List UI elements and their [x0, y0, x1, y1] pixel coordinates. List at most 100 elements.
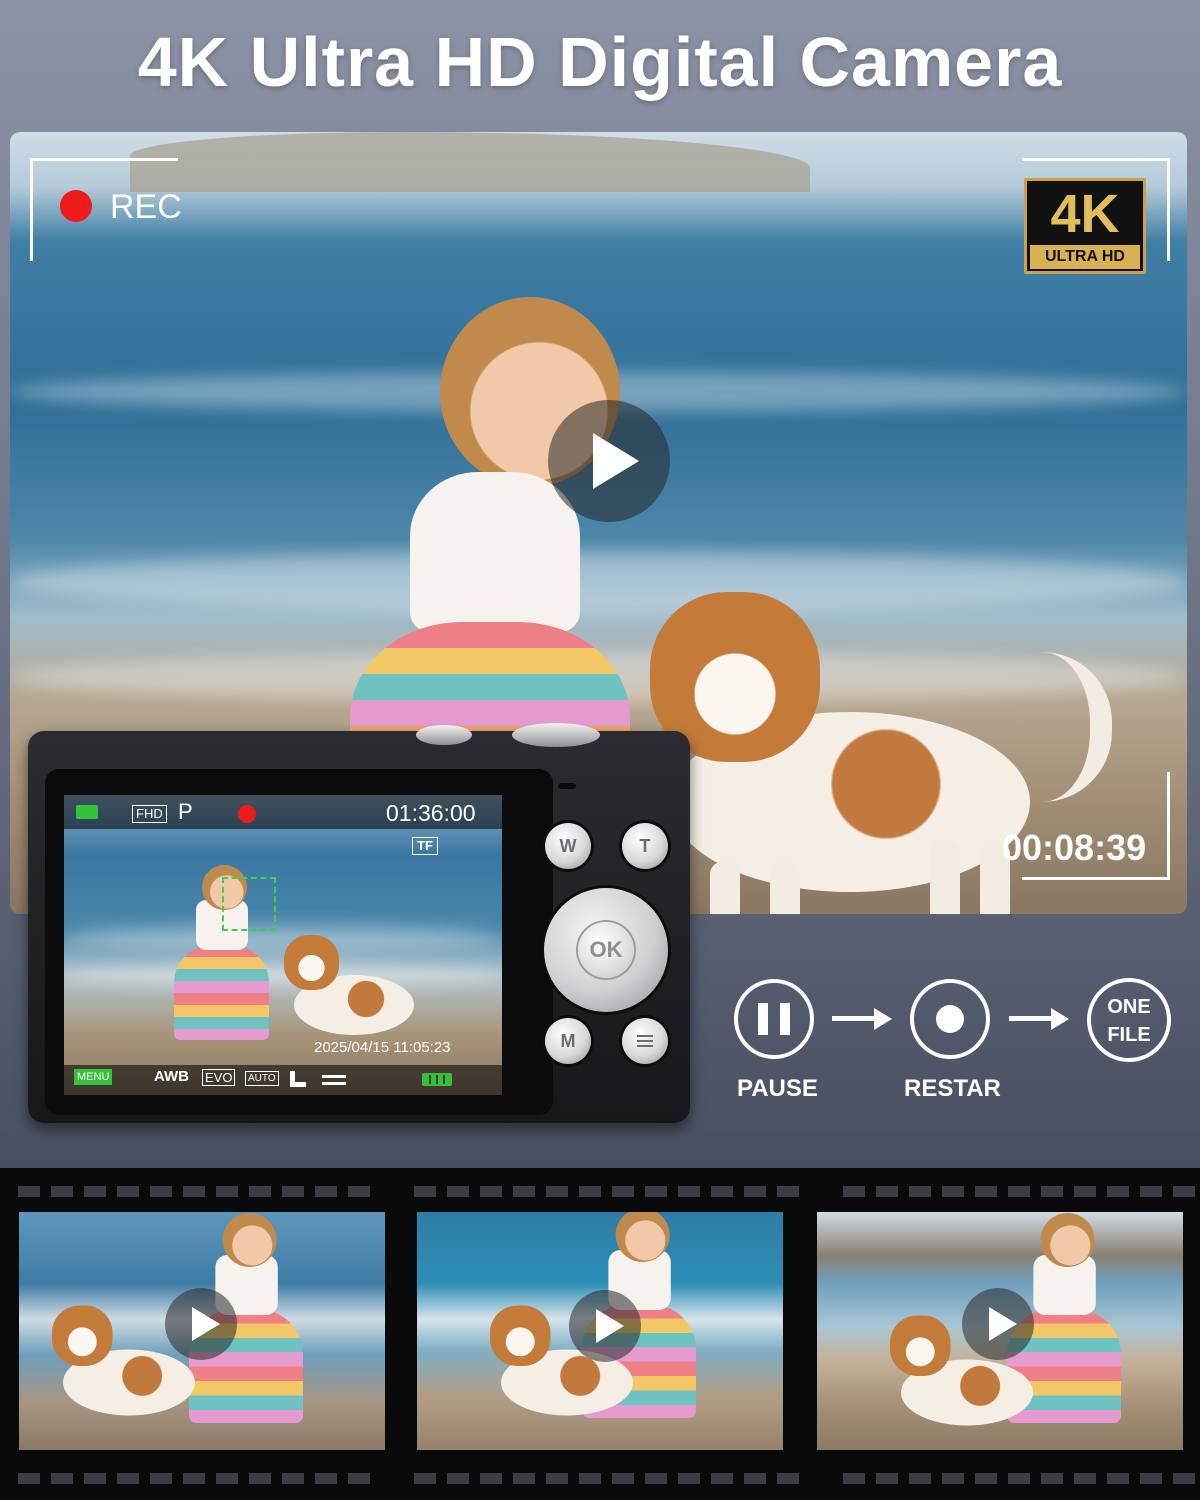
film-sprocket-hole	[282, 1473, 304, 1484]
mode-letter: P	[178, 799, 193, 824]
main-play-button[interactable]	[548, 400, 670, 522]
pause-label: PAUSE	[737, 1075, 818, 1102]
film-sprocket-hole	[348, 1473, 370, 1484]
film-sprocket-hole	[1074, 1473, 1096, 1484]
film-sprocket-hole	[513, 1473, 535, 1484]
restart-label: RESTAR	[904, 1075, 1001, 1102]
film-sprocket-hole	[315, 1186, 337, 1197]
film-sprocket-hole	[975, 1186, 997, 1197]
record-dot-icon	[60, 190, 92, 222]
iso-label: AUTO	[245, 1071, 279, 1086]
film-sprocket-hole	[480, 1186, 502, 1197]
mode-button[interactable]: M	[545, 1018, 591, 1064]
badge-sub-text: ULTRA HD	[1030, 245, 1140, 269]
film-sprocket-hole	[942, 1473, 964, 1484]
shot-mode-icon	[290, 1071, 306, 1087]
film-sprocket-hole	[51, 1186, 73, 1197]
film-sprocket-hole	[1074, 1186, 1096, 1197]
film-sprocket-hole	[513, 1186, 535, 1197]
film-sprocket-hole	[546, 1473, 568, 1484]
zoom-lever[interactable]	[416, 725, 472, 745]
film-sprocket-hole	[150, 1473, 172, 1484]
arrow-right-icon	[1009, 1016, 1053, 1021]
frame-play-button[interactable]	[569, 1290, 641, 1362]
film-sprocket-hole	[645, 1186, 667, 1197]
one-file-line-2: FILE	[1107, 1024, 1151, 1046]
film-sprocket-hole	[1107, 1473, 1129, 1484]
film-sprocket-hole	[744, 1473, 766, 1484]
badge-main-text: 4K	[1050, 184, 1120, 244]
menu-label: MENU	[74, 1069, 113, 1085]
film-sprocket-hole	[909, 1186, 931, 1197]
film-sprocket-hole	[1008, 1186, 1030, 1197]
play-icon	[192, 1307, 220, 1341]
camera-body: FHD P 01:36:00 TF 2025/04/15 11:05:23 ME…	[28, 723, 690, 1123]
storage-badge: TF	[412, 837, 438, 855]
battery-icon	[422, 1073, 452, 1086]
white-balance-label: AWB	[154, 1068, 189, 1085]
film-sprocket-hole	[249, 1473, 271, 1484]
film-sprocket-hole	[414, 1186, 436, 1197]
headline: 4K Ultra HD Digital Camera	[137, 23, 1063, 101]
film-sprocket-hole	[909, 1473, 931, 1484]
record-dot-icon	[936, 1005, 964, 1033]
film-sprocket-hole	[1140, 1473, 1162, 1484]
film-sprocket-hole	[150, 1186, 172, 1197]
film-sprocket-hole	[249, 1186, 271, 1197]
film-sprocket-hole	[447, 1186, 469, 1197]
film-sprocket-hole	[216, 1186, 238, 1197]
film-sprocket-hole	[282, 1186, 304, 1197]
film-sprocket-hole	[612, 1186, 634, 1197]
film-sprocket-hole	[546, 1186, 568, 1197]
film-sprocket-hole	[777, 1473, 799, 1484]
zoom-wide-button[interactable]: W	[545, 823, 591, 869]
film-sprocket-hole	[18, 1473, 40, 1484]
film-sprocket-hole	[18, 1186, 40, 1197]
menu-list-icon	[637, 1035, 653, 1047]
film-sprocket-hole	[51, 1473, 73, 1484]
film-sprocket-hole	[117, 1473, 139, 1484]
film-sprocket-hole	[579, 1473, 601, 1484]
film-sprocket-hole	[447, 1473, 469, 1484]
frame-play-button[interactable]	[962, 1288, 1034, 1360]
film-sprocket-hole	[480, 1473, 502, 1484]
film-sprocket-hole	[84, 1473, 106, 1484]
shutter-button[interactable]	[512, 723, 600, 747]
film-sprocket-hole	[348, 1186, 370, 1197]
film-sprocket-hole	[645, 1473, 667, 1484]
play-icon	[596, 1309, 624, 1343]
elapsed-time: 00:08:39	[1002, 827, 1147, 868]
play-icon	[593, 433, 639, 489]
film-sprocket-hole	[975, 1473, 997, 1484]
navigation-dpad[interactable]: OK	[544, 888, 668, 1012]
film-sprocket-hole	[1140, 1186, 1162, 1197]
film-sprocket-hole	[1173, 1473, 1195, 1484]
rec-label: REC	[110, 188, 182, 226]
menu-button[interactable]	[622, 1018, 668, 1064]
ok-button[interactable]: OK	[578, 922, 634, 978]
film-sprocket-hole	[1173, 1186, 1195, 1197]
film-sprocket-hole	[744, 1186, 766, 1197]
pause-icon	[758, 1003, 768, 1035]
film-sprocket-hole	[612, 1473, 634, 1484]
4k-ultra-hd-badge: 4K ULTRA HD	[1024, 178, 1146, 274]
zoom-tele-button[interactable]: T	[622, 823, 668, 869]
film-sprocket-hole	[1107, 1186, 1129, 1197]
film-sprocket-hole	[1041, 1186, 1063, 1197]
film-sprocket-hole	[678, 1473, 700, 1484]
restart-circle	[910, 979, 990, 1059]
film-frame	[19, 1212, 385, 1450]
frame-play-button[interactable]	[165, 1288, 237, 1360]
film-sprocket-hole	[777, 1186, 799, 1197]
film-sprocket-hole	[711, 1473, 733, 1484]
film-sprocket-hole	[678, 1186, 700, 1197]
film-sprocket-hole	[183, 1473, 205, 1484]
play-icon	[989, 1307, 1017, 1341]
film-sprocket-hole	[183, 1186, 205, 1197]
date-time-stamp: 2025/04/15 11:05:23	[314, 1039, 451, 1056]
video-camera-icon	[76, 805, 98, 819]
pause-icon	[780, 1003, 790, 1035]
film-sprocket-hole	[1008, 1473, 1030, 1484]
film-sprocket-hole	[117, 1186, 139, 1197]
resolution-badge: FHD	[132, 805, 167, 823]
